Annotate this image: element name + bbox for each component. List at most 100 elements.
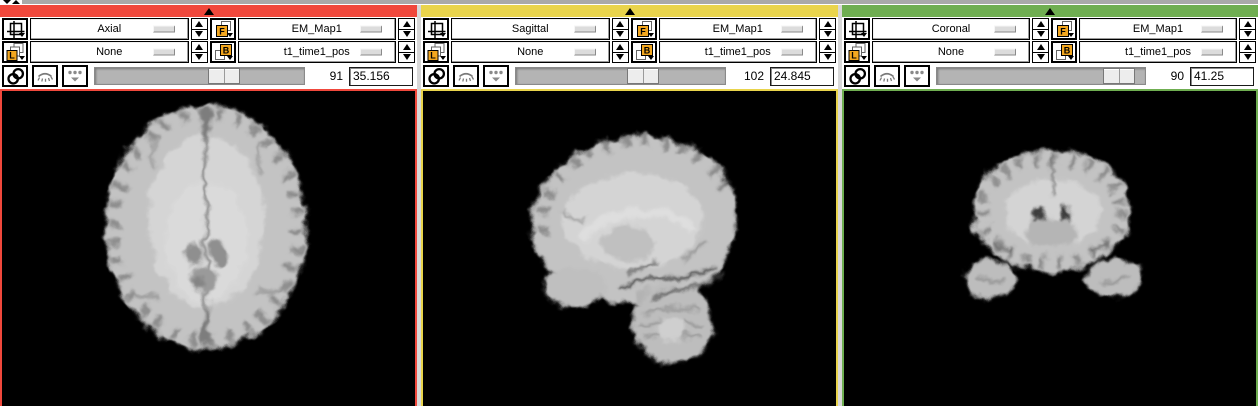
spinner-up-button[interactable] [399, 19, 414, 30]
spinner-up-button[interactable] [820, 42, 835, 53]
view-plane-button[interactable] [844, 18, 870, 40]
option-menu-ridge [1201, 26, 1223, 33]
spinner-down-button[interactable] [192, 53, 207, 63]
background-volume-select[interactable]: t1_time1_pos [1079, 41, 1237, 63]
label-layer-button[interactable]: L [423, 41, 449, 63]
background-volume-spinner [398, 41, 415, 63]
linked-circles-icon [6, 67, 25, 86]
option-menu-ridge [574, 49, 596, 56]
background-volume-label: t1_time1_pos [705, 46, 771, 58]
foreground-volume-button[interactable]: F [210, 18, 236, 40]
spinner-down-button[interactable] [399, 53, 414, 63]
spinner-down-button[interactable] [399, 30, 414, 40]
background-volume-button[interactable]: B [1051, 41, 1077, 63]
spinner-down-button[interactable] [1033, 30, 1048, 40]
spinner-down-button[interactable] [1240, 53, 1255, 63]
slider-thumb[interactable] [208, 68, 240, 84]
spinner-up-button[interactable] [1033, 19, 1048, 30]
overlay-select[interactable]: None [30, 41, 189, 63]
coronal-image-canvas[interactable] [842, 89, 1258, 406]
slice-slider[interactable] [94, 67, 305, 85]
foreground-volume-select[interactable]: EM_Map1 [238, 18, 397, 40]
eye-icon [35, 68, 55, 85]
foreground-volume-button[interactable]: F [1051, 18, 1077, 40]
axial-panel-header-sash[interactable] [0, 5, 417, 17]
visibility-button[interactable] [874, 65, 900, 87]
spinner-up-button[interactable] [1033, 42, 1048, 53]
visibility-button[interactable] [32, 65, 58, 87]
options-button[interactable] [483, 65, 509, 87]
spinner-up-button[interactable] [192, 19, 207, 30]
sagittal-image-canvas[interactable] [421, 89, 838, 406]
slice-position-input[interactable] [1190, 67, 1254, 86]
svg-text:F: F [1060, 27, 1066, 37]
foreground-volume-select[interactable]: EM_Map1 [1079, 18, 1237, 40]
up-arrow-icon [824, 44, 832, 50]
view-plane-select[interactable]: Coronal [872, 18, 1030, 40]
up-arrow-icon [1037, 21, 1045, 27]
foreground-volume-select[interactable]: EM_Map1 [659, 18, 818, 40]
slice-slider[interactable] [515, 67, 726, 85]
overlay-select[interactable]: None [872, 41, 1030, 63]
spinner-down-button[interactable] [820, 53, 835, 63]
down-arrow-icon [195, 54, 203, 60]
overlay-select[interactable]: None [451, 41, 610, 63]
down-arrow-icon [1244, 54, 1252, 60]
spinner-up-button[interactable] [1240, 19, 1255, 30]
background-volume-select[interactable]: t1_time1_pos [238, 41, 397, 63]
spinner-down-button[interactable] [1240, 30, 1255, 40]
spinner-up-button[interactable] [1240, 42, 1255, 53]
sync-cursor-button[interactable] [844, 65, 870, 87]
down-arrow-icon [616, 54, 624, 60]
viewport-panels: Axial F EM_Map1 [0, 5, 1258, 406]
slider-thumb[interactable] [1103, 68, 1135, 84]
spinner-down-button[interactable] [613, 30, 628, 40]
view-plane-button[interactable] [423, 18, 449, 40]
svg-text:L: L [9, 51, 15, 61]
spinner-up-button[interactable] [399, 42, 414, 53]
background-volume-select[interactable]: t1_time1_pos [659, 41, 818, 63]
options-button[interactable] [904, 65, 930, 87]
label-layer-button[interactable]: L [844, 41, 870, 63]
sagittal-panel-header-sash[interactable] [421, 5, 838, 17]
dots-menu-icon [65, 68, 85, 84]
down-arrow-icon [195, 31, 203, 37]
axial-image-canvas[interactable] [0, 89, 417, 406]
spinner-up-button[interactable] [820, 19, 835, 30]
view-plane-select[interactable]: Axial [30, 18, 189, 40]
options-button[interactable] [62, 65, 88, 87]
view-plane-select[interactable]: Sagittal [451, 18, 610, 40]
menu-corner-triangle-icon [648, 56, 654, 60]
top-sash-bar[interactable] [22, 0, 1258, 4]
collapse-up-triangle-icon [1045, 8, 1055, 15]
spinner-down-button[interactable] [1033, 53, 1048, 63]
slice-position-input[interactable] [349, 67, 413, 86]
axial-row-view: Axial F EM_Map1 [0, 18, 417, 40]
label-layer-button[interactable]: L [2, 41, 28, 63]
spinner-up-button[interactable] [613, 42, 628, 53]
dots-menu-icon [907, 68, 927, 84]
spinner-down-button[interactable] [192, 30, 207, 40]
spinner-up-button[interactable] [613, 19, 628, 30]
visibility-button[interactable] [453, 65, 479, 87]
foreground-volume-button[interactable]: F [631, 18, 657, 40]
coronal-panel-header-sash[interactable] [842, 5, 1258, 17]
background-volume-button[interactable]: B [210, 41, 236, 63]
sync-cursor-button[interactable] [2, 65, 28, 87]
spinner-up-button[interactable] [192, 42, 207, 53]
slider-thumb[interactable] [627, 68, 659, 84]
spinner-down-button[interactable] [820, 30, 835, 40]
slice-slider[interactable] [936, 67, 1146, 85]
down-arrow-icon [1037, 54, 1045, 60]
slice-position-input[interactable] [770, 67, 834, 86]
down-arrow-icon [616, 31, 624, 37]
background-volume-spinner [1239, 41, 1256, 63]
linked-circles-icon [427, 67, 446, 86]
background-volume-button[interactable]: B [631, 41, 657, 63]
menu-corner-triangle-icon [19, 56, 25, 60]
down-arrow-icon [1244, 31, 1252, 37]
view-plane-button[interactable] [2, 18, 28, 40]
spinner-down-button[interactable] [613, 53, 628, 63]
collapse-up-triangle-icon [204, 8, 214, 15]
sync-cursor-button[interactable] [423, 65, 449, 87]
